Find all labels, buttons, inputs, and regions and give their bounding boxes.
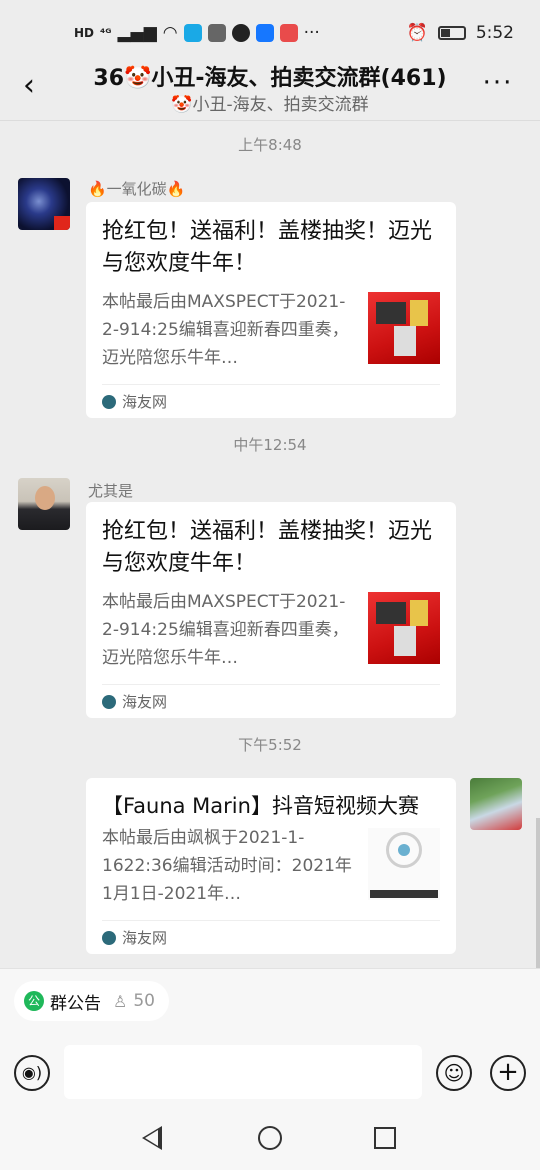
source-name: 海友网: [122, 393, 168, 411]
message-input[interactable]: [64, 1045, 422, 1099]
chat-subtitle: 🤡小丑-海友、拍卖交流群: [171, 95, 369, 115]
app-notification-icon: [279, 24, 298, 42]
source-logo-icon: [102, 694, 116, 709]
more-actions-button[interactable]: +: [490, 1055, 526, 1091]
card-title: 抢红包！送福利！盖楼抽奖！迈光与您欢度牛年！: [102, 519, 433, 576]
card-source: 海友网: [102, 384, 440, 418]
message-timestamp: 下午5:52: [238, 736, 302, 754]
signal-icon: ▂▄▆: [117, 23, 157, 43]
member-count: 50: [133, 991, 155, 1011]
header-divider: [0, 120, 540, 121]
system-nav-bar: [0, 1110, 540, 1170]
card-description: 本帖最后由MAXSPECT于2021-2-914:25编辑喜迎新春四重奏，迈光陪…: [102, 592, 349, 668]
clock: 5:52: [475, 23, 514, 43]
source-logo-icon: [102, 394, 116, 409]
source-logo-icon: [102, 930, 116, 945]
link-card[interactable]: 【Fauna Marin】抖音短视频大赛 本帖最后由飒枫于2021-1-1622…: [86, 778, 456, 954]
card-thumbnail: [368, 592, 440, 664]
nav-back-icon[interactable]: [142, 1126, 162, 1150]
alarm-icon: ⏰: [406, 23, 428, 43]
emoji-button[interactable]: ☺: [436, 1055, 472, 1091]
app-notification-icon: [207, 24, 226, 42]
notice-label: 群公告: [50, 993, 101, 1014]
nav-home-icon[interactable]: [258, 1126, 282, 1150]
sender-name: 🔥一氧化碳🔥: [88, 180, 186, 198]
chat-title: 36🤡小丑-海友、拍卖交流群(461): [93, 66, 447, 91]
sender-name: 尤其是: [88, 482, 134, 500]
chat-header: ‹ 36🤡小丑-海友、拍卖交流群(461) 🤡小丑-海友、拍卖交流群 ···: [0, 56, 540, 120]
status-left-icons: HD ⁴ᴳ ▂▄▆ ◠ ···: [74, 23, 320, 43]
notice-icon: 公: [24, 991, 44, 1011]
more-options-button[interactable]: ···: [480, 68, 516, 104]
alipay-icon: [255, 24, 274, 42]
source-name: 海友网: [122, 929, 168, 947]
qq-icon: [231, 24, 250, 42]
card-source: 海友网: [102, 920, 440, 954]
message-timestamp: 中午12:54: [233, 436, 307, 454]
link-card[interactable]: 抢红包！送福利！盖楼抽奖！迈光与您欢度牛年！ 本帖最后由MAXSPECT于202…: [86, 502, 456, 718]
card-description: 本帖最后由飒枫于2021-1-1622:36编辑活动时间：2021年1月1日-2…: [102, 828, 352, 904]
voice-input-button[interactable]: ◉): [14, 1055, 50, 1091]
scrollbar[interactable]: [536, 818, 540, 968]
network-indicator: ⁴ᴳ: [100, 26, 112, 40]
card-title: 抢红包！送福利！盖楼抽奖！迈光与您欢度牛年！: [102, 219, 433, 276]
card-thumbnail: [368, 828, 440, 900]
card-description: 本帖最后由MAXSPECT于2021-2-914:25编辑喜迎新春四重奏，迈光陪…: [102, 292, 349, 368]
card-source: 海友网: [102, 684, 440, 718]
hd-indicator: HD: [74, 26, 95, 40]
avatar[interactable]: [18, 478, 70, 530]
wifi-icon: ◠: [162, 23, 178, 43]
card-thumbnail: [368, 292, 440, 364]
back-button[interactable]: ‹: [14, 68, 44, 104]
source-name: 海友网: [122, 693, 168, 711]
card-title: 【Fauna Marin】抖音短视频大赛: [102, 794, 419, 818]
flag-icon: [54, 216, 70, 230]
group-notice-button[interactable]: 公 群公告 ♙ 50: [14, 981, 169, 1021]
person-icon: ♙: [113, 991, 128, 1011]
more-notifications-icon: ···: [303, 23, 320, 43]
app-notification-icon: [183, 24, 202, 42]
battery-icon: [437, 26, 466, 40]
message-timestamp: 上午8:48: [238, 136, 302, 154]
avatar[interactable]: [470, 778, 522, 830]
avatar[interactable]: [18, 178, 70, 230]
link-card[interactable]: 抢红包！送福利！盖楼抽奖！迈光与您欢度牛年！ 本帖最后由MAXSPECT于202…: [86, 202, 456, 418]
nav-recents-icon[interactable]: [374, 1127, 396, 1149]
